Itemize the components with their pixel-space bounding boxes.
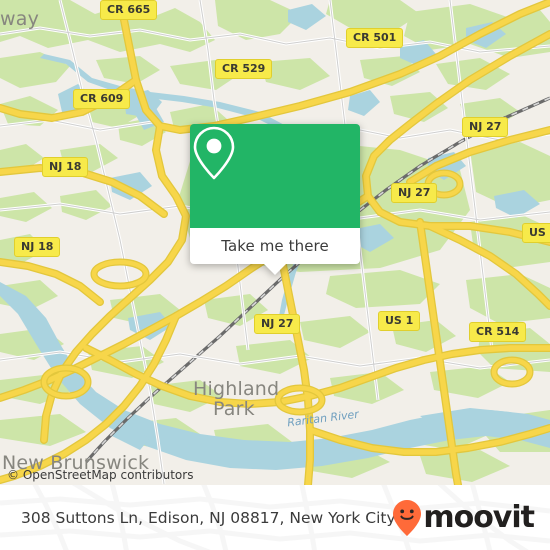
road-shield: US 1 [522, 223, 550, 243]
map-canvas[interactable]: way Highland Park New Brunswick Raritan Rive… [0, 0, 550, 485]
road-shield: CR 501 [346, 28, 404, 48]
road-shield: NJ 18 [14, 237, 61, 257]
moovit-pin-smiley-icon [393, 499, 422, 536]
road-shield: CR 529 [215, 59, 273, 79]
destination-callout-card[interactable]: Take me there [190, 124, 360, 275]
road-shield: NJ 27 [462, 117, 509, 137]
moovit-wordmark: moovit [423, 500, 535, 535]
road-shield: CR 609 [73, 89, 131, 109]
road-shield: NJ 18 [42, 157, 89, 177]
footer-bar: 308 Suttons Ln, Edison, NJ 08817, New Yo… [0, 485, 550, 550]
map-pin-icon [193, 126, 235, 180]
callout-action-area[interactable]: Take me there [190, 228, 360, 275]
road-shield: NJ 27 [391, 183, 438, 203]
callout-pin-area [190, 124, 360, 228]
road-shield: NJ 27 [254, 314, 301, 334]
road-shield: CR 514 [469, 322, 527, 342]
callout-pointer-tail [263, 263, 287, 275]
road-shield: US 1 [378, 311, 421, 331]
take-me-there-label: Take me there [221, 237, 329, 255]
road-shield: CR 665 [100, 0, 158, 20]
moovit-logo[interactable]: moovit [392, 499, 535, 537]
screenshot-root: way Highland Park New Brunswick Raritan Rive… [0, 0, 550, 550]
osm-attribution[interactable]: © OpenStreetMap contributors [7, 468, 193, 482]
address-text: 308 Suttons Ln, Edison, NJ 08817, New Yo… [21, 508, 396, 527]
